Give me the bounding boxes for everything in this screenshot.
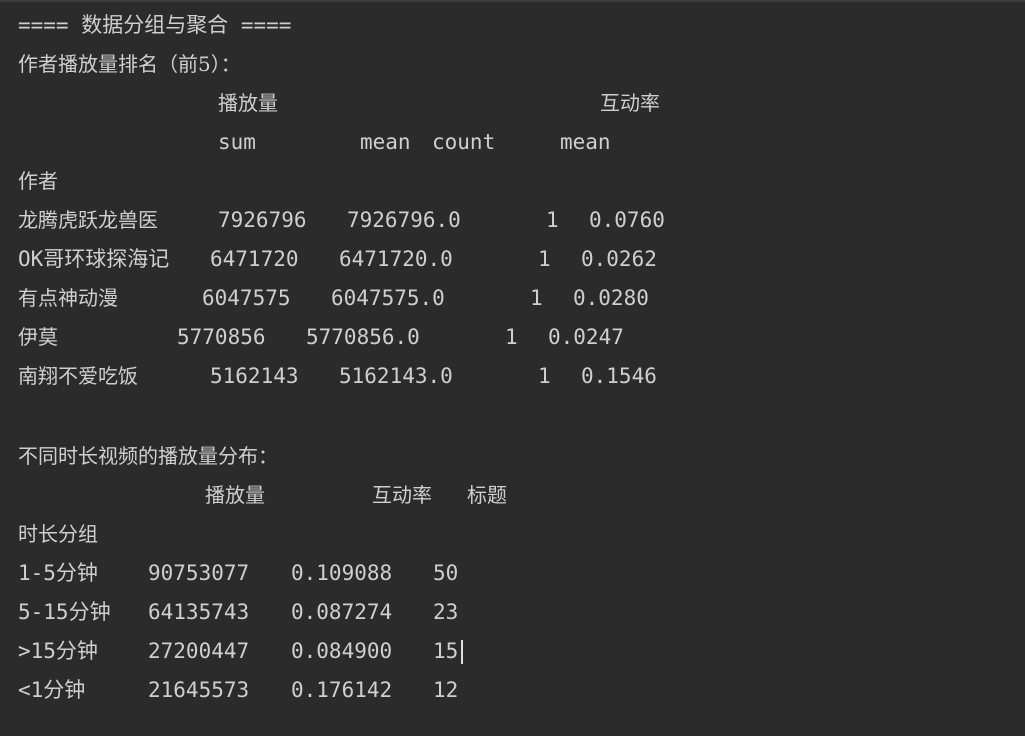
table-row-count: 1 — [546, 208, 559, 232]
table-row-group: 1-5分钟 — [18, 561, 98, 585]
header-plays: 播放量 — [218, 91, 278, 115]
table-row-sum: 6471720 — [210, 247, 299, 271]
header-plays: 播放量 — [205, 483, 265, 507]
author-section-title: 作者播放量排名（前5）： — [18, 52, 241, 76]
subheader-count: count — [432, 130, 496, 154]
table-row-author: 伊莫 — [18, 325, 58, 349]
table-row-rate: 0.087274 — [291, 600, 393, 624]
table-row-mean: 5162143.0 — [339, 364, 453, 388]
table-row-author: 南翔不爱吃饭 — [18, 364, 138, 388]
header-interaction-rate: 互动率 — [372, 483, 432, 507]
table-row-count: 23 — [433, 600, 459, 624]
table-row-group: <1分钟 — [18, 678, 86, 702]
table-row-count: 1 — [538, 364, 551, 388]
duration-index-name: 时长分组 — [18, 522, 98, 546]
header-interaction-rate: 互动率 — [600, 91, 660, 115]
table-row-sum: 7926796 — [218, 208, 307, 232]
duration-section-title: 不同时长视频的播放量分布： — [18, 444, 278, 468]
table-row-count: 1 — [530, 286, 543, 310]
table-row-sum: 5770856 — [177, 325, 266, 349]
section-heading: ==== 数据分组与聚合 ==== — [18, 13, 292, 37]
subheader-mean: mean — [360, 130, 411, 154]
table-row-author: 有点神动漫 — [18, 286, 118, 310]
table-row-mean: 5770856.0 — [306, 325, 420, 349]
table-row-rate: 0.0760 — [589, 208, 665, 232]
table-row-mean: 7926796.0 — [347, 208, 461, 232]
table-row-author: 龙腾虎跃龙兽医 — [18, 208, 158, 232]
table-row-group: 5-15分钟 — [18, 600, 111, 624]
table-row-plays: 27200447 — [148, 639, 250, 663]
table-row-count: 1 — [538, 247, 551, 271]
table-row-rate: 0.109088 — [291, 561, 393, 585]
table-row-rate: 0.0247 — [548, 325, 624, 349]
author-index-name: 作者 — [18, 169, 58, 193]
table-row-plays: 90753077 — [148, 561, 250, 585]
table-row-sum: 6047575 — [202, 286, 291, 310]
table-row-rate: 0.0262 — [581, 247, 657, 271]
text-cursor — [461, 640, 463, 664]
subheader-rate-mean: mean — [560, 130, 611, 154]
table-row-mean: 6047575.0 — [331, 286, 445, 310]
console-output[interactable]: ==== 数据分组与聚合 ==== 作者播放量排名（前5）： 播放量 互动率 s… — [0, 0, 1025, 736]
table-row-count: 1 — [505, 325, 518, 349]
header-title: 标题 — [467, 483, 507, 507]
table-row-group: >15分钟 — [18, 639, 98, 663]
table-row-rate: 0.176142 — [291, 678, 393, 702]
table-row-rate: 0.0280 — [573, 286, 649, 310]
table-row-rate: 0.1546 — [581, 364, 657, 388]
table-row-count: 15 — [433, 639, 459, 663]
subheader-sum: sum — [218, 130, 256, 154]
table-row-rate: 0.084900 — [291, 639, 393, 663]
table-row-author: OK哥环球探海记 — [18, 247, 170, 271]
table-row-plays: 64135743 — [148, 600, 250, 624]
table-row-mean: 6471720.0 — [339, 247, 453, 271]
table-row-count: 50 — [433, 561, 459, 585]
table-row-plays: 21645573 — [148, 678, 250, 702]
table-row-sum: 5162143 — [210, 364, 299, 388]
table-row-count: 12 — [433, 678, 459, 702]
